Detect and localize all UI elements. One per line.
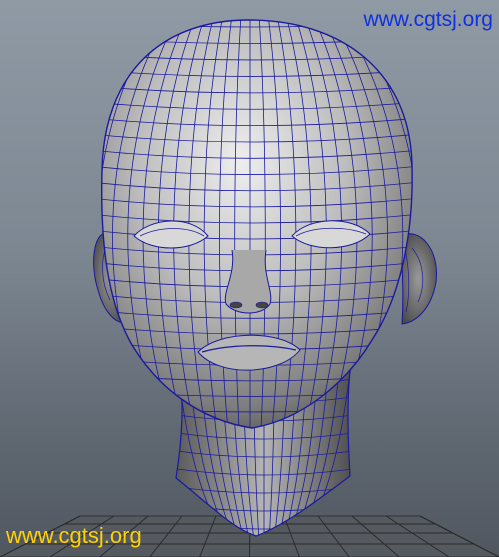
head-mesh — [101, 19, 413, 429]
watermark-top: www.cgtsj.org — [363, 8, 493, 31]
scene-svg — [0, 19, 499, 557]
watermark-bottom: www.cgtsj.org — [6, 523, 142, 548]
maya-3d-viewport[interactable]: www.cgtsj.org www.cgtsj.org — [0, 0, 499, 557]
